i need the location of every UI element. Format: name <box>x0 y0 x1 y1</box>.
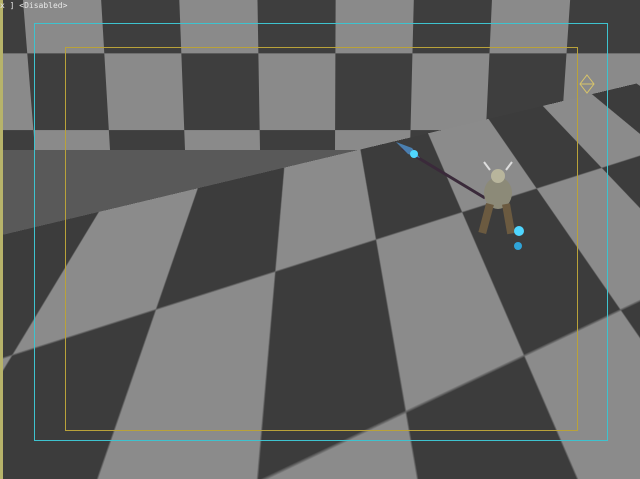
viewport-label[interactable]: x ] <Disabled> <box>0 1 67 10</box>
warrior-character-model[interactable] <box>390 138 540 263</box>
light-target-icon[interactable] <box>578 74 596 98</box>
3d-viewport[interactable]: x ] <Disabled> <box>0 0 640 479</box>
viewport-left-border <box>0 0 3 479</box>
